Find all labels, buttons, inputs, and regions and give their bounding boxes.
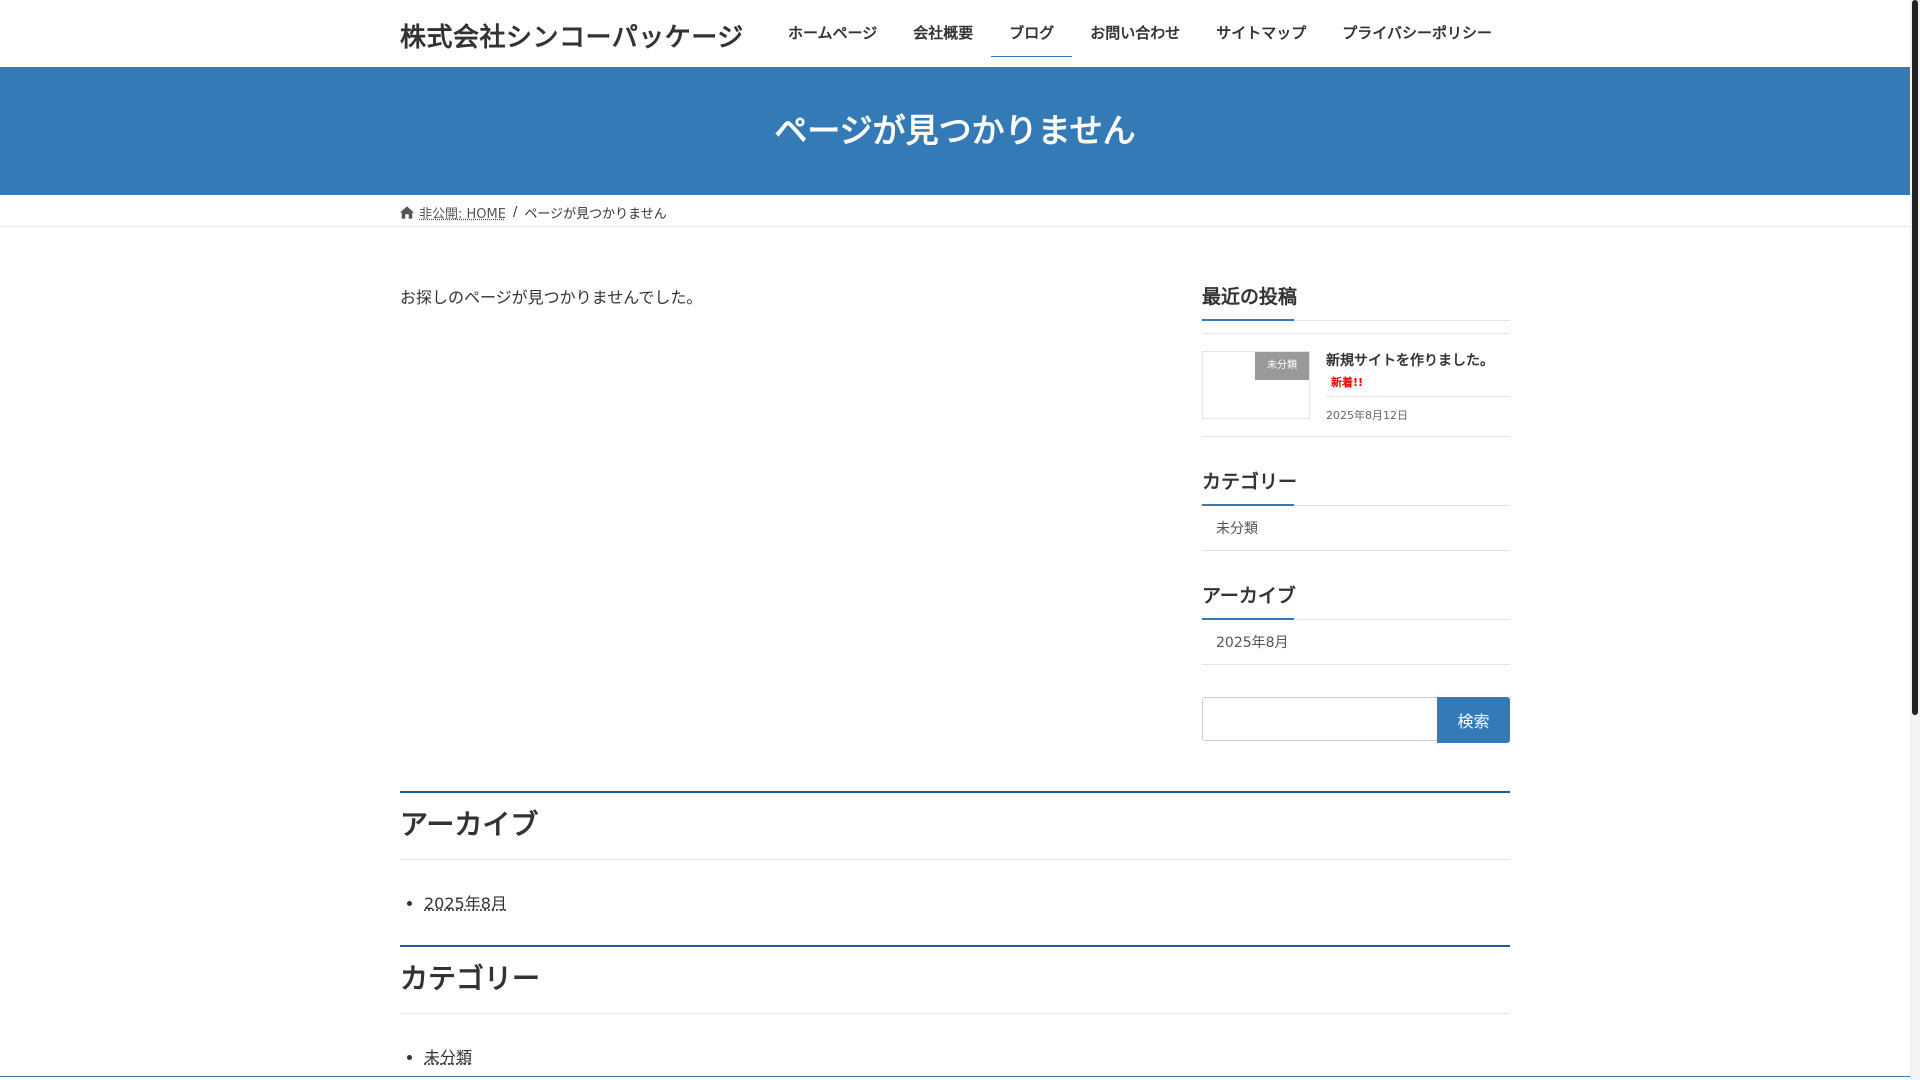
new-badge: 新着!! [1331,376,1364,389]
recent-posts-title: 最近の投稿 [1202,282,1510,321]
category-link[interactable]: 未分類 [424,1048,472,1067]
bottom-archives-section: アーカイブ 2025年8月 [400,791,1510,914]
breadcrumb: 非公開: HOME / ページが見つかりません [0,195,1910,227]
bottom-archives-list: 2025年8月 [400,890,1510,914]
search-button[interactable]: 検索 [1437,697,1510,743]
bottom-categories-title: カテゴリー [400,945,1510,1014]
scrollbar[interactable] [1910,0,1920,1080]
nav-item-privacy[interactable]: プライバシーポリシー [1324,0,1510,67]
breadcrumb-separator: / [512,205,518,220]
not-found-message: お探しのページが見つかりませんでした。 [400,288,703,307]
archives-title: アーカイブ [1202,581,1510,620]
breadcrumb-current: ページが見つかりません [524,207,667,222]
page-header: ページが見つかりません [0,67,1910,195]
home-icon [400,206,414,219]
nav-item-company[interactable]: 会社概要 [895,0,991,67]
list-item: 未分類 [424,1044,1510,1068]
bottom-categories-list: 未分類 [400,1044,1510,1068]
nav-item-contact[interactable]: お問い合わせ [1072,0,1198,67]
nav-item-home[interactable]: ホームページ [770,0,895,67]
global-nav: ホームページ 会社概要 ブログ お問い合わせ サイトマップ プライバシーポリシー [770,0,1510,67]
archives-widget: アーカイブ 2025年8月 [1202,581,1510,665]
nav-item-blog[interactable]: ブログ [991,0,1073,67]
archive-link[interactable]: 2025年8月 [1202,620,1510,665]
search-form: 検索 [1202,697,1510,743]
post-title-link[interactable]: 新規サイトを作りました。 [1326,350,1494,370]
post-thumbnail[interactable]: 未分類 [1202,351,1310,419]
bottom-categories-section: カテゴリー 未分類 [400,945,1510,1068]
search-input[interactable] [1202,697,1437,741]
scrollbar-thumb[interactable] [1912,0,1918,715]
bottom-divider [0,1076,1910,1077]
archive-link[interactable]: 2025年8月 [424,894,507,913]
category-badge: 未分類 [1255,352,1309,380]
post-date: 2025年8月12日 [1326,409,1408,422]
list-item: 2025年8月 [424,890,1510,914]
categories-title: カテゴリー [1202,467,1510,506]
nav-item-sitemap[interactable]: サイトマップ [1198,0,1324,67]
recent-posts-widget: 最近の投稿 未分類 新規サイトを作りました。 新着!! 2025年8月12日 [1202,282,1510,437]
page-title: ページが見つかりません [774,111,1136,150]
site-title[interactable]: 株式会社シンコーパッケージ [400,17,744,54]
categories-widget: カテゴリー 未分類 [1202,467,1510,551]
sidebar: 最近の投稿 未分類 新規サイトを作りました。 新着!! 2025年8月12日 カ… [1202,282,1510,743]
recent-post-item[interactable]: 未分類 新規サイトを作りました。 新着!! 2025年8月12日 [1202,333,1510,437]
category-link[interactable]: 未分類 [1202,506,1510,551]
post-divider [1326,396,1510,397]
breadcrumb-home-link[interactable]: 非公開: HOME [419,203,506,222]
site-header: 株式会社シンコーパッケージ ホームページ 会社概要 ブログ お問い合わせ サイト… [0,0,1910,67]
bottom-archives-title: アーカイブ [400,791,1510,860]
